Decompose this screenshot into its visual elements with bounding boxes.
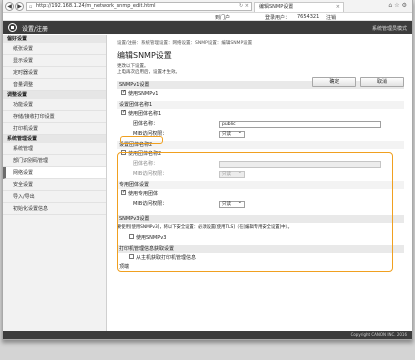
- mode-label: 系统管理员模式: [371, 26, 407, 32]
- mib2-select[interactable]: 只读: [219, 170, 245, 178]
- breadcrumb: 设置/注册：系统管理设置：网络设置：SNMP设置：编辑SNMP设置: [117, 41, 253, 46]
- use-community2-label: 使用团体名称2: [128, 151, 162, 157]
- community1-name-input[interactable]: public: [219, 121, 381, 128]
- logout-link[interactable]: 注销: [326, 14, 336, 21]
- use-community2-checkbox[interactable]: [121, 150, 126, 155]
- hint-line-2: 上电再次启用后，设置才生效。: [117, 70, 180, 75]
- sidebar-item-import-export[interactable]: 导入/导出: [3, 191, 106, 203]
- mib1-row: MIB访问权限： 只读: [117, 129, 404, 139]
- sidebar-item-system-management[interactable]: 系统管理: [3, 143, 106, 155]
- tab-title: 编辑SNMP设置: [259, 4, 294, 10]
- use-community1-label: 使用团体名称1: [128, 111, 162, 117]
- mib3-select[interactable]: 只读: [219, 200, 245, 208]
- header-title: 设置/注册: [22, 26, 49, 33]
- sidebar: 偏好设置 纸张设置 显示设置 定时器设置 音量调整 调整设置 功能设置 存储/接…: [3, 35, 107, 331]
- sidebar-section-adjust: 调整设置: [3, 91, 106, 99]
- use-dedicated-checkbox[interactable]: [121, 189, 126, 195]
- use-community1-checkbox[interactable]: [121, 109, 126, 115]
- community1-name-label: 团体名称：: [133, 121, 159, 127]
- top-link[interactable]: 顶端: [119, 264, 129, 270]
- mib1-select[interactable]: 只读: [219, 130, 245, 138]
- mib1-label: MIB访问权限：: [133, 131, 168, 137]
- community2-name-row: 团体名称：: [117, 159, 404, 169]
- mib3-label: MIB访问权限：: [133, 201, 168, 207]
- use-dedicated-label: 使用专用团体: [128, 191, 159, 197]
- refresh-icon[interactable]: ↻ ×: [239, 3, 249, 10]
- sidebar-item-store-receive[interactable]: 存储/接收打印设置: [3, 111, 106, 123]
- settings-icon[interactable]: [8, 23, 17, 32]
- dedicated-community-heading: 专用团体设置: [117, 181, 404, 189]
- browser-tab[interactable]: 编辑SNMP设置 ×: [254, 2, 344, 12]
- sidebar-item-network[interactable]: 网络设置: [3, 167, 106, 179]
- snmpv3-heading: SNMPv3设置: [117, 215, 404, 223]
- sidebar-item-printer[interactable]: 打印机设置: [3, 123, 106, 135]
- use-snmpv1-label: 使用SNMPv1: [128, 91, 159, 97]
- sidebar-item-paper[interactable]: 纸张设置: [3, 43, 106, 55]
- browser-window: ◀ ▶ ▫ http://192.168.1.24/m_network_snmp…: [2, 0, 413, 340]
- mib2-row: MIB访问权限： 只读: [117, 169, 404, 179]
- page-title: 编辑SNMP设置: [117, 51, 172, 60]
- page-header: 设置/注册 系统管理员模式: [3, 21, 412, 34]
- sidebar-item-department-id[interactable]: 部门识别码管理: [3, 155, 106, 167]
- use-snmpv3-row[interactable]: 使用SNMPv3: [117, 233, 404, 243]
- use-community2-row[interactable]: 使用团体名称2: [117, 149, 404, 159]
- printer-info-heading: 打印机管理信息获取设置: [117, 245, 404, 253]
- close-tab-icon[interactable]: ×: [336, 3, 340, 12]
- ok-button[interactable]: 确定: [312, 77, 357, 87]
- forward-icon[interactable]: ▶: [15, 2, 24, 11]
- mib2-label: MIB访问权限：: [133, 171, 168, 177]
- community1-heading: 设置团体名称1: [117, 101, 404, 109]
- printer-info-checkbox[interactable]: [129, 254, 134, 259]
- community1-name-row: 团体名称： public: [117, 119, 404, 129]
- page-icon: ▫: [29, 4, 33, 10]
- sidebar-section-preferences: 偏好设置: [3, 35, 106, 43]
- printer-info-row[interactable]: 从主机获取打印机管理信息: [117, 253, 404, 263]
- url-text: http://192.168.1.24/m_network_snmp_edit.…: [36, 3, 156, 9]
- use-snmpv1-checkbox[interactable]: [121, 89, 126, 95]
- footer-copyright: Copyright CANON INC. 2016: [3, 331, 412, 339]
- sidebar-item-display[interactable]: 显示设置: [3, 55, 106, 67]
- hint-text: 更改以下设置。 上电再次启用后，设置才生效。: [117, 64, 404, 76]
- community2-heading: 设置团体名称2: [117, 141, 404, 149]
- toolbar-icons[interactable]: ⌂☆⚙: [388, 2, 409, 9]
- login-user-value: 7654321: [297, 14, 320, 20]
- printer-info-label: 从主机获取打印机管理信息: [136, 255, 197, 261]
- sidebar-item-function[interactable]: 功能设置: [3, 99, 106, 111]
- mib3-row: MIB访问权限： 只读: [117, 199, 404, 209]
- use-snmpv3-checkbox[interactable]: [129, 234, 134, 239]
- address-bar-row: ◀ ▶ ▫ http://192.168.1.24/m_network_snmp…: [3, 0, 412, 13]
- action-buttons: 确定 取消: [310, 77, 404, 87]
- sidebar-item-volume[interactable]: 音量调整: [3, 79, 106, 91]
- use-snmpv3-label: 使用SNMPv3: [136, 235, 167, 241]
- use-community1-row[interactable]: 使用团体名称1: [117, 109, 404, 119]
- top-strip: 到门户 登录用户： 7654321 注销: [3, 13, 412, 21]
- snmpv3-note: 要使用[使用SNMPv3]，将以下安全设置：必须设置[使用TLS]（在[编辑专用…: [117, 225, 292, 230]
- top-link-row: 顶端: [117, 263, 404, 271]
- sidebar-item-initialize[interactable]: 初始化设置信息: [3, 203, 106, 215]
- community2-name-label: 团体名称：: [133, 161, 159, 167]
- back-icon[interactable]: ◀: [5, 2, 14, 11]
- use-dedicated-row[interactable]: 使用专用团体: [117, 189, 404, 199]
- sidebar-item-security[interactable]: 安全设置: [3, 179, 106, 191]
- sidebar-section-system: 系统管理设置: [3, 135, 106, 143]
- portal-link[interactable]: 到门户: [215, 14, 230, 21]
- cancel-button[interactable]: 取消: [360, 77, 404, 87]
- community2-name-input[interactable]: [219, 161, 381, 168]
- login-user-label: 登录用户：: [265, 15, 291, 21]
- url-field[interactable]: ▫ http://192.168.1.24/m_network_snmp_edi…: [26, 2, 252, 11]
- use-snmpv1-row[interactable]: 使用SNMPv1: [117, 89, 404, 99]
- sidebar-item-timer[interactable]: 定时器设置: [3, 67, 106, 79]
